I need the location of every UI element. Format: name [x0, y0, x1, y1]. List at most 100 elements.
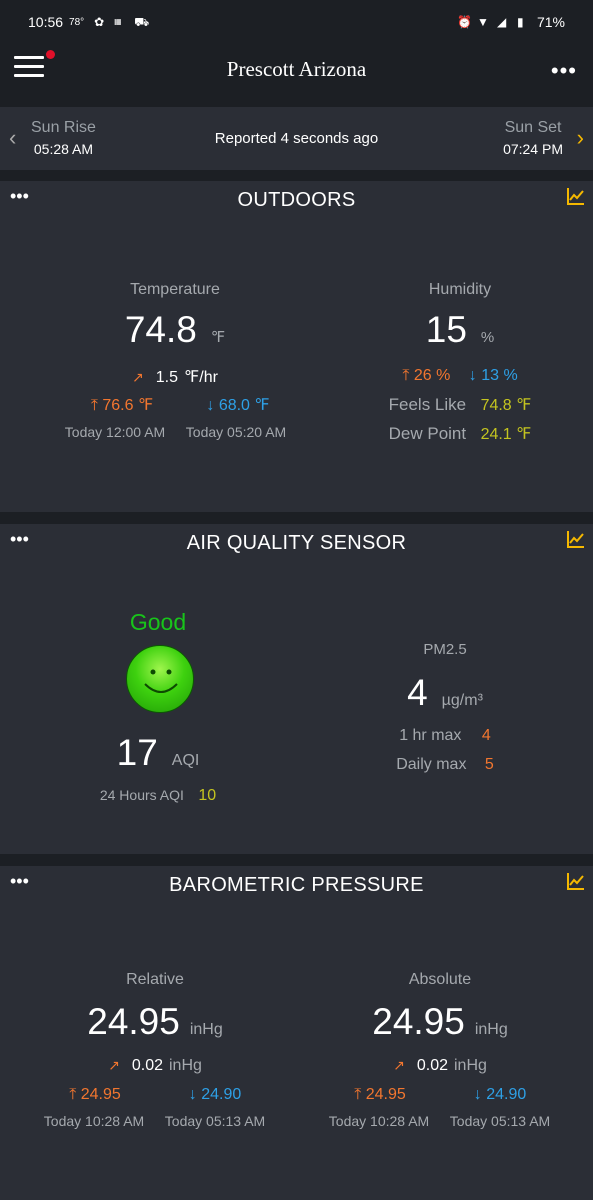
relative-rate: 0.02 — [131, 1057, 163, 1074]
pm25-value-row: 4 µg/m³ — [345, 672, 545, 714]
status-time: 10:56 — [28, 14, 64, 30]
signal-icon: ◢ — [496, 15, 507, 29]
absolute-value: 24.95 — [372, 1001, 465, 1042]
relative-unit: inHg — [189, 1021, 223, 1038]
humidity-low-arrow-icon: ↓ — [468, 367, 477, 384]
temperature-value-row: 74.8 ℉ — [40, 309, 310, 351]
low-arrow-icon: ↓ — [188, 1086, 197, 1103]
daily-max-label: Daily max — [396, 756, 467, 773]
cart-icon: ⛟ — [134, 15, 150, 29]
smiley-face-icon — [126, 645, 194, 713]
chart-icon[interactable] — [567, 530, 585, 548]
dew-point-value: 24.1 ℉ — [480, 426, 532, 443]
absolute-low-time: Today 05:13 AM — [449, 1113, 551, 1129]
relative-rate-row: ↗ 0.02 inHg — [20, 1057, 290, 1075]
aqi-unit: AQI — [171, 752, 200, 769]
high-arrow-icon: ⤒ — [354, 1086, 362, 1103]
temperature-label: Temperature — [130, 281, 220, 298]
absolute-rate: 0.02 — [416, 1057, 448, 1074]
trend-up-icon: ↗ — [393, 1057, 405, 1073]
temperature-rate-row: ↗ 1.5 ℉/hr — [40, 367, 310, 387]
absolute-high: ⤒ 24.95 — [330, 1086, 430, 1104]
temperature-high-time: Today 12:00 AM — [64, 424, 166, 440]
chart-icon[interactable] — [567, 187, 585, 205]
daily-max-row: Daily max 5 — [345, 756, 545, 774]
absolute-rate-row: ↗ 0.02 inHg — [305, 1057, 575, 1075]
air-quality-card: ••• AIR QUALITY SENSOR Good 17 AQI 24 Hou… — [0, 524, 593, 854]
absolute-low: ↓ 24.90 — [450, 1086, 550, 1104]
battery-percent: 71% — [536, 14, 565, 30]
feels-like-row: Feels Like 74.8 ℉ — [340, 395, 580, 415]
app-notification-icon: ▦ — [114, 17, 122, 26]
feels-like-label: Feels Like — [388, 395, 467, 414]
hr-max-label: 1 hr max — [399, 727, 462, 744]
temperature-low: ↓ 68.0 ℉ — [188, 395, 288, 415]
humidity-section: Humidity — [340, 281, 580, 299]
outdoors-card: ••• OUTDOORS Temperature 74.8 ℉ ↗ 1.5 ℉/hr … — [0, 181, 593, 512]
temperature-high: ⤒ 76.6 ℉ — [72, 395, 172, 415]
page-title: Prescott Arizona — [226, 57, 367, 81]
feels-like-value: 74.8 ℉ — [480, 397, 532, 414]
daily-max-value: 5 — [484, 756, 494, 773]
relative-low-time: Today 05:13 AM — [164, 1113, 266, 1129]
status-left: 10:56 78° ✿ ▦ ⛟ — [28, 14, 150, 30]
status-temp: 78° — [69, 16, 85, 28]
sun-set: Sun Set 07:24 PM — [503, 119, 563, 157]
absolute-value-row: 24.95 inHg — [305, 1001, 575, 1043]
sun-set-label: Sun Set — [504, 119, 562, 136]
chart-icon[interactable] — [567, 872, 585, 890]
humidity-range-row: ⤒ 26 % ↓ 13 % — [340, 367, 580, 385]
humidity-unit: % — [480, 329, 495, 346]
aqi-24h-label: 24 Hours AQI — [99, 787, 184, 803]
card-title-barometric: BAROMETRIC PRESSURE — [169, 874, 424, 896]
temperature-unit: ℉ — [210, 329, 226, 346]
high-arrow-icon: ⤒ — [90, 397, 98, 414]
aqi-24h-row: 24 Hours AQI 10 — [58, 787, 258, 805]
more-options-icon[interactable]: ••• — [551, 58, 577, 84]
aqi-value-row: 17 AQI — [58, 732, 258, 774]
absolute-rate-unit: inHg — [453, 1057, 487, 1074]
absolute-low-value: 24.90 — [486, 1086, 527, 1103]
aqi-status: Good — [129, 609, 187, 635]
status-bar: 10:56 78° ✿ ▦ ⛟ ⏰ ▼ ◢ ▮ 71% — [0, 0, 593, 44]
hr-max-row: 1 hr max 4 — [345, 727, 545, 745]
pm25-unit: µg/m³ — [441, 692, 483, 709]
aqi-24h-value: 10 — [198, 787, 217, 804]
temperature-value: 74.8 — [124, 309, 197, 350]
humidity-label: Humidity — [428, 281, 492, 298]
temperature-low-time: Today 05:20 AM — [185, 424, 287, 440]
sun-bar: ‹ Sun Rise 05:28 AM Reported 4 seconds a… — [0, 107, 593, 170]
relative-low: ↓ 24.90 — [165, 1086, 265, 1104]
pm25-label: PM2.5 — [423, 641, 467, 658]
temperature-section: Temperature — [40, 281, 310, 299]
relative-value-row: 24.95 inHg — [20, 1001, 290, 1043]
hr-max-value: 4 — [481, 727, 491, 744]
wifi-icon: ▼ — [476, 15, 489, 29]
temperature-low-value: 68.0 ℉ — [218, 397, 270, 414]
relative-value: 24.95 — [87, 1001, 180, 1042]
dew-point-label: Dew Point — [388, 424, 467, 443]
pm25-section: PM2.5 — [345, 641, 545, 658]
relative-label: Relative — [126, 971, 184, 988]
trend-up-icon: ↗ — [108, 1057, 120, 1073]
status-right: ⏰ ▼ ◢ ▮ 71% — [457, 14, 565, 30]
barometric-card: ••• BAROMETRIC PRESSURE Relative 24.95 in… — [0, 866, 593, 1200]
aqi-value: 17 — [116, 732, 158, 773]
humidity-value-row: 15% — [340, 309, 580, 351]
absolute-unit: inHg — [474, 1021, 508, 1038]
battery-icon: ▮ — [516, 15, 524, 29]
absolute-high-value: 24.95 — [365, 1086, 406, 1103]
relative-section: Relative — [20, 971, 290, 989]
dew-point-row: Dew Point 24.1 ℉ — [340, 424, 580, 444]
relative-rate-unit: inHg — [168, 1057, 202, 1074]
low-arrow-icon: ↓ — [206, 397, 215, 414]
fan-icon: ✿ — [94, 15, 105, 29]
relative-high-value: 24.95 — [80, 1086, 121, 1103]
chevron-right-icon[interactable]: › — [577, 125, 584, 151]
app-bar: Prescott Arizona ••• — [0, 44, 593, 96]
card-title-air-quality: AIR QUALITY SENSOR — [186, 532, 407, 554]
humidity-low: 13 % — [481, 367, 518, 384]
absolute-section: Absolute — [305, 971, 575, 989]
card-title-outdoors: OUTDOORS — [237, 189, 356, 211]
absolute-high-time: Today 10:28 AM — [328, 1113, 430, 1129]
